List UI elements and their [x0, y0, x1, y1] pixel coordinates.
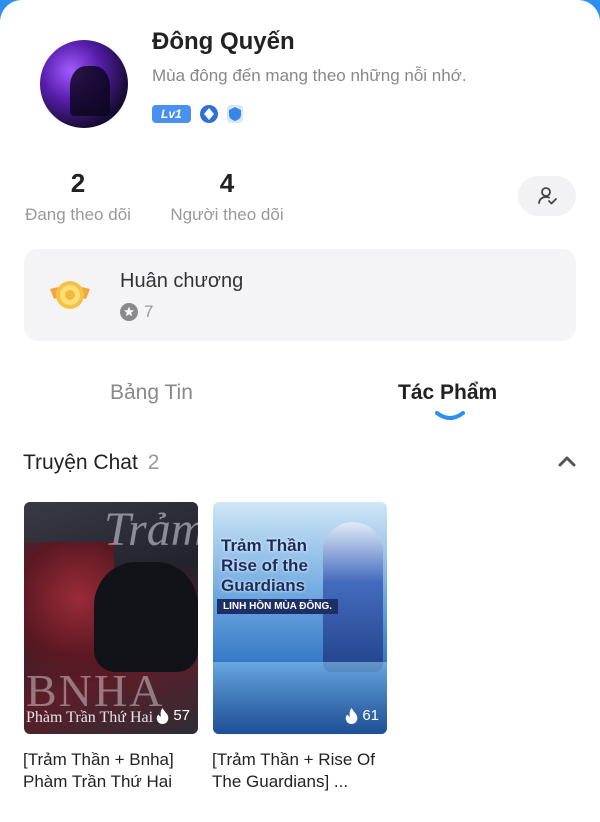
fire-icon	[346, 707, 358, 724]
following-label: Đang theo dõi	[25, 205, 131, 224]
story-cover-1[interactable]: Trảm BNHA Phàm Trần Thứ Hai 57	[24, 502, 198, 734]
cover-text-bottom: Phàm Trần Thứ Hai	[26, 709, 154, 726]
cover-text-top: Trảm	[104, 503, 198, 556]
story-title-2[interactable]: [Trảm Thần + Rise Of The Guardians] ...	[212, 749, 392, 793]
following-stat[interactable]: 2 Đang theo dõi	[22, 168, 134, 225]
user-check-icon	[538, 187, 557, 205]
avatar[interactable]	[40, 40, 128, 128]
followers-stat[interactable]: 4 Người theo dõi	[168, 168, 286, 225]
section-title-label: Truyện Chat	[23, 451, 138, 474]
profile-bio: Mùa đông đến mang theo những nỗi nhớ.	[152, 66, 467, 85]
medal-count-row: 7	[120, 302, 153, 322]
diamond-badge-icon[interactable]	[199, 105, 218, 123]
profile-name: Đông Quyến	[152, 28, 295, 55]
tab-works[interactable]: Tác Phẩm	[398, 381, 497, 405]
medal-card[interactable]: Huân chương 7	[24, 249, 576, 341]
story-cover-2[interactable]: Trảm Thần Rise of the Guardians LINH HỒN…	[213, 502, 387, 734]
cover-title: Trảm Thần Rise of the Guardians	[221, 536, 308, 595]
followers-count: 4	[219, 168, 235, 198]
star-icon	[120, 303, 138, 321]
user-check-button[interactable]	[518, 176, 576, 216]
cover-figure	[94, 562, 198, 672]
following-count: 2	[70, 168, 86, 198]
active-tab-indicator	[435, 411, 465, 420]
level-badge[interactable]: Lv1	[152, 105, 191, 123]
views-badge: 57	[156, 707, 190, 724]
views-count: 57	[173, 707, 190, 724]
tab-feed[interactable]: Bảng Tin	[110, 381, 193, 405]
story-title-1[interactable]: [Trảm Thần + Bnha] Phàm Trần Thứ Hai	[23, 749, 203, 793]
views-badge: 61	[345, 707, 379, 724]
fire-icon	[157, 707, 169, 724]
views-count: 61	[362, 707, 379, 724]
medal-icon	[50, 281, 90, 309]
section-title: Truyện Chat 2	[23, 451, 159, 475]
section-count: 2	[147, 451, 160, 474]
profile-sheet: Đông Quyến Mùa đông đến mang theo những …	[0, 0, 600, 822]
cover-figure	[323, 522, 383, 672]
medal-title: Huân chương	[120, 270, 244, 292]
medal-count: 7	[144, 302, 154, 321]
badge-row: Lv1	[152, 105, 243, 123]
followers-label: Người theo dõi	[170, 205, 284, 224]
chevron-up-icon[interactable]	[558, 454, 576, 468]
shield-badge-icon[interactable]	[226, 105, 243, 123]
cover-band: LINH HỒN MÙA ĐÔNG.	[217, 599, 339, 614]
